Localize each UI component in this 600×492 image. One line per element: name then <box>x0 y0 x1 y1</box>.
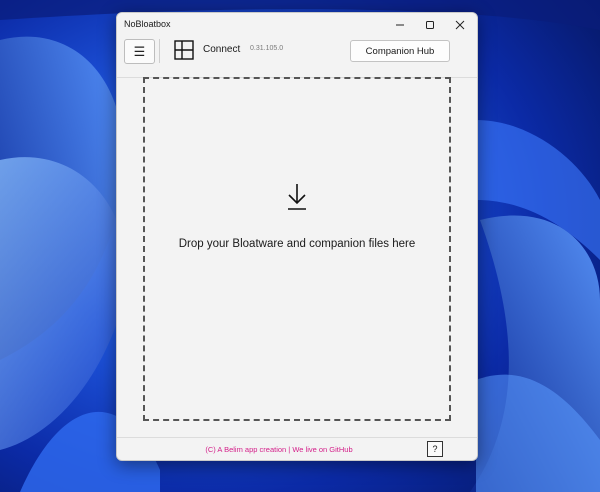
maximize-button[interactable] <box>415 13 445 37</box>
minimize-button[interactable] <box>385 13 415 37</box>
drop-zone[interactable]: Drop your Bloatware and companion files … <box>143 77 451 421</box>
close-icon <box>455 20 465 30</box>
toolbar: ☰ Connect 0.31.105.0 Companion Hub <box>117 37 477 78</box>
help-button[interactable]: ? <box>427 441 443 457</box>
desktop: NoBloatbox ☰ Connect 0.31.105.0 Companio… <box>0 0 600 492</box>
window-title: NoBloatbox <box>124 19 171 29</box>
minimize-icon <box>396 24 404 26</box>
window-grid-icon[interactable] <box>174 40 194 60</box>
footer: (C) A Belim app creation | We live on Gi… <box>117 437 477 460</box>
maximize-icon <box>426 21 434 29</box>
download-arrow-icon <box>288 184 306 210</box>
hamburger-menu-icon: ☰ <box>133 43 146 59</box>
toolbar-divider <box>159 39 160 63</box>
app-window: NoBloatbox ☰ Connect 0.31.105.0 Companio… <box>116 12 478 461</box>
menu-button[interactable]: ☰ <box>124 39 155 64</box>
credits-link[interactable]: (C) A Belim app creation | We live on Gi… <box>189 445 369 454</box>
close-button[interactable] <box>445 13 475 37</box>
companion-hub-button[interactable]: Companion Hub <box>350 40 450 62</box>
drop-instruction: Drop your Bloatware and companion files … <box>178 238 416 250</box>
title-bar[interactable]: NoBloatbox <box>117 13 477 37</box>
version-label: 0.31.105.0 <box>250 45 284 52</box>
connect-label[interactable]: Connect <box>203 44 240 55</box>
